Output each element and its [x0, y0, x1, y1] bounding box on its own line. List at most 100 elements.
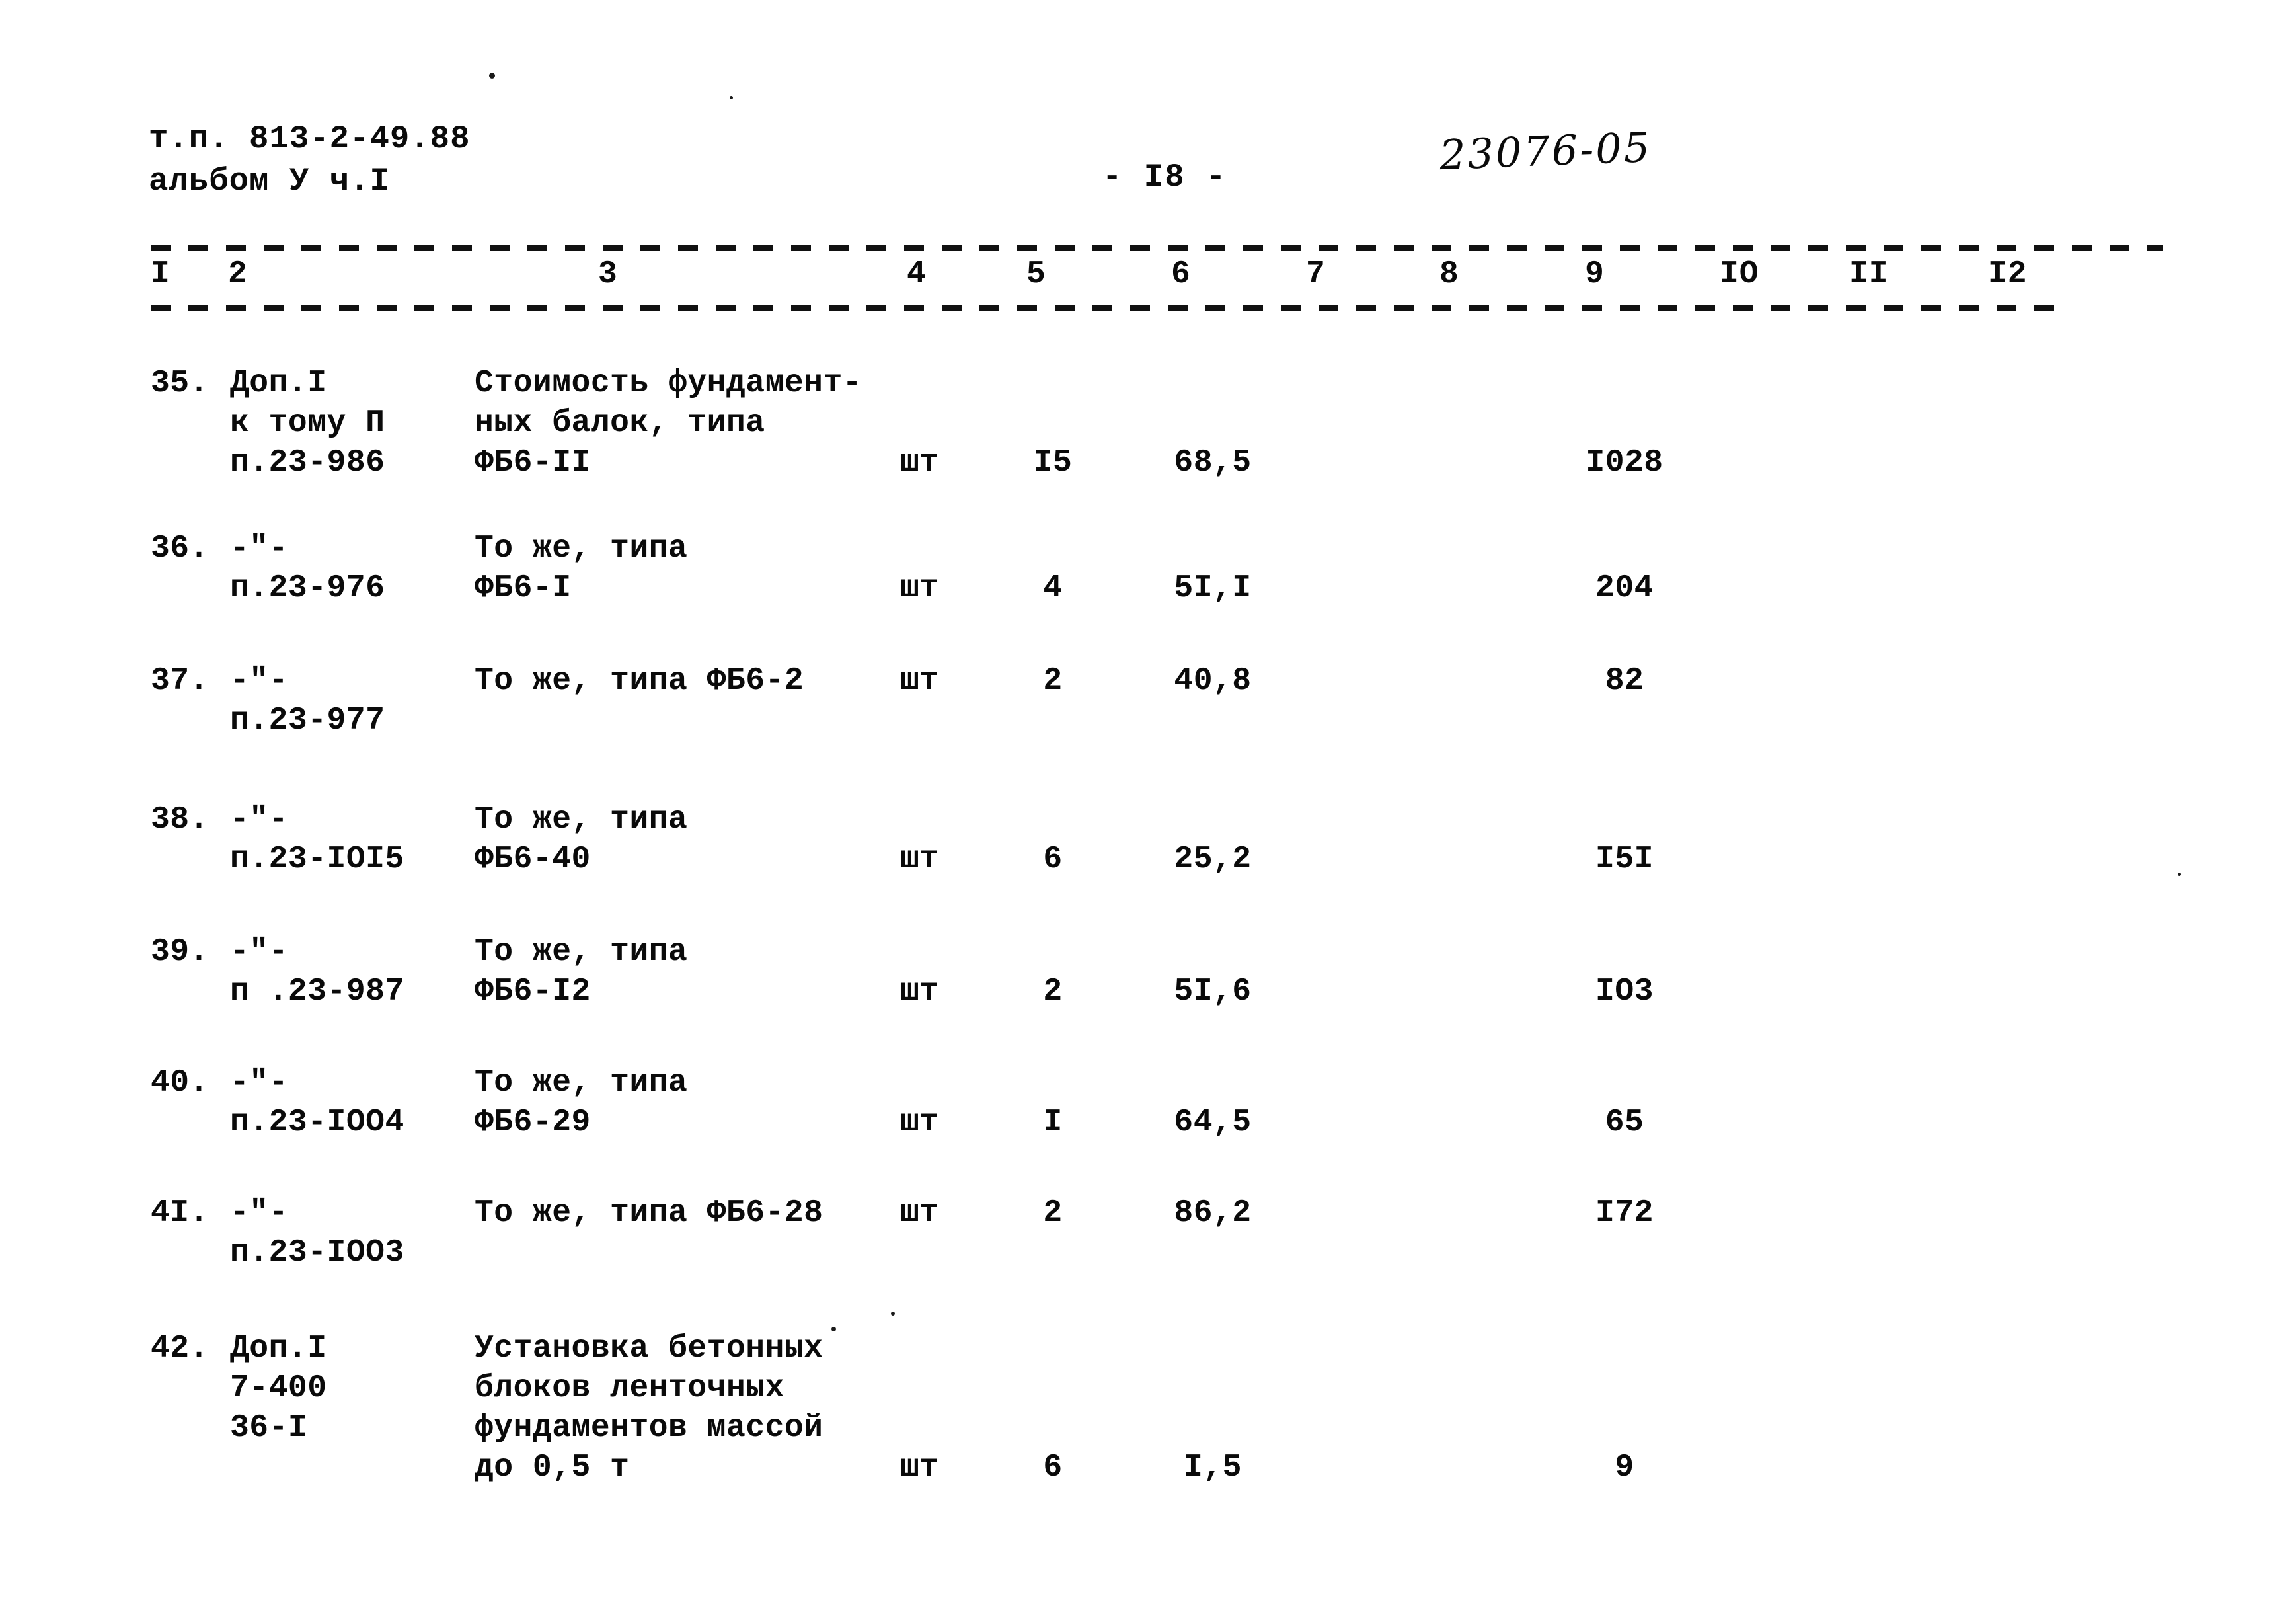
album-part-label: альбом У ч.I — [149, 163, 390, 200]
row-quantity: 2 — [1043, 663, 1063, 699]
row-source-code-line: п.23-977 — [230, 703, 385, 738]
row-source-code: -"- п.23-IOI5 — [230, 800, 404, 879]
row-total-cost: I028 — [1586, 445, 1664, 481]
column-header-2: 2 — [228, 257, 248, 292]
row-total-cost: IO3 — [1595, 974, 1654, 1009]
scan-speck — [831, 1327, 836, 1331]
row-description: Установка бетонных блоков ленточных фундам… — [475, 1329, 823, 1487]
row-unit: шт — [900, 842, 939, 877]
row-unit: шт — [900, 445, 939, 481]
row-description: То же, типа ФБ6-28 — [475, 1193, 823, 1233]
row-total-cost: 9 — [1615, 1450, 1634, 1485]
column-header-8: 8 — [1439, 257, 1459, 292]
row-description-line: ных балок, типа — [475, 405, 765, 441]
table-rule-top — [151, 245, 2163, 251]
row-description-line: блоков ленточных — [475, 1370, 784, 1406]
row-description: То же, типа ФБ6-29 — [475, 1063, 687, 1142]
row-description-line: Стоимость фундамент- — [475, 366, 862, 401]
column-header-IO: IO — [1720, 257, 1759, 292]
row-total-cost: 65 — [1605, 1105, 1644, 1140]
row-unit-price: I,5 — [1184, 1450, 1242, 1485]
row-number: 35. — [151, 366, 209, 401]
row-description-line: То же, типа ФБ6-2 — [475, 663, 804, 699]
row-description-line: ФБ6-29 — [475, 1105, 591, 1140]
row-source-code: -"- п .23-987 — [230, 932, 404, 1011]
column-header-5: 5 — [1026, 257, 1046, 292]
row-source-code-line: п.23-986 — [230, 445, 385, 481]
column-header-4: 4 — [907, 257, 927, 292]
row-unit: шт — [900, 1105, 939, 1140]
row-description-line: Установка бетонных — [475, 1331, 823, 1366]
row-quantity: I5 — [1033, 445, 1073, 481]
column-header-I: I — [151, 257, 171, 292]
row-total-cost: I5I — [1595, 842, 1654, 877]
row-unit-price: 5I,I — [1174, 571, 1252, 606]
row-source-code: -"- п.23-IOO3 — [230, 1193, 404, 1273]
scan-speck — [489, 73, 495, 79]
column-header-6: 6 — [1171, 257, 1191, 292]
row-unit-price: 25,2 — [1174, 842, 1252, 877]
row-source-code-line: Доп.I — [230, 1331, 327, 1366]
row-unit: шт — [900, 1450, 939, 1485]
row-description: Стоимость фундамент-ных балок, типа ФБ6-I… — [475, 364, 862, 483]
row-unit-price: 68,5 — [1174, 445, 1252, 481]
page-number: - I8 - — [1102, 159, 1227, 196]
row-source-code: -"- п.23-IOO4 — [230, 1063, 404, 1142]
row-quantity: 2 — [1043, 1195, 1063, 1231]
document-type-code: т.п. 813-2-49.88 — [149, 120, 471, 157]
row-description-line: ФБ6-40 — [475, 842, 591, 877]
row-source-code-line: п.23-976 — [230, 571, 385, 606]
row-number: 42. — [151, 1331, 209, 1366]
row-source-code-line: 7-400 — [230, 1370, 327, 1406]
row-description: То же, типа ФБ6-I2 — [475, 932, 687, 1011]
row-description-line: То же, типа — [475, 1065, 688, 1101]
column-header-II: II — [1849, 257, 1889, 292]
row-description-line: фундаментов массой — [475, 1410, 823, 1446]
row-source-code: -"- п.23-976 — [230, 529, 385, 608]
column-header-9: 9 — [1585, 257, 1605, 292]
table-rule-bottom — [151, 305, 2067, 311]
row-number: 36. — [151, 531, 209, 567]
row-number: 40. — [151, 1065, 209, 1101]
row-unit-price: 40,8 — [1174, 663, 1252, 699]
scan-speck — [730, 96, 733, 99]
row-source-code-line: -"- — [230, 802, 288, 838]
row-source-code-line: -"- — [230, 531, 288, 567]
row-description: То же, типа ФБ6-2 — [475, 661, 804, 701]
row-number: 38. — [151, 802, 209, 838]
row-description-line: То же, типа — [475, 934, 688, 970]
row-description: То же, типа ФБ6-I — [475, 529, 687, 608]
row-source-code-line: п.23-IOO3 — [230, 1235, 404, 1271]
row-source-code-line: п.23-IOI5 — [230, 842, 404, 877]
row-total-cost: I72 — [1595, 1195, 1654, 1231]
row-source-code-line: -"- — [230, 934, 288, 970]
row-description-line: То же, типа — [475, 531, 688, 567]
row-source-code-line: -"- — [230, 1195, 288, 1231]
row-description-line: ФБ6-II — [475, 445, 591, 481]
row-description: То же, типа ФБ6-40 — [475, 800, 687, 879]
row-unit: шт — [900, 1195, 939, 1231]
row-source-code-line: -"- — [230, 1065, 288, 1101]
row-source-code-line: -"- — [230, 663, 288, 699]
column-header-3: 3 — [598, 257, 618, 292]
row-unit-price: 86,2 — [1174, 1195, 1252, 1231]
row-source-code: Доп.I к тому П п.23-986 — [230, 364, 385, 483]
row-quantity: 6 — [1043, 1450, 1063, 1485]
handwritten-archive-note: 23076-05 — [1438, 122, 1653, 180]
column-header-I2: I2 — [1988, 257, 2028, 292]
row-source-code: Доп.I 7-400 36-I — [230, 1329, 327, 1448]
row-source-code-line: Доп.I — [230, 366, 327, 401]
row-number: 37. — [151, 663, 209, 699]
scan-speck — [2178, 873, 2181, 876]
row-unit: шт — [900, 663, 939, 699]
row-unit: шт — [900, 974, 939, 1009]
row-unit: шт — [900, 571, 939, 606]
row-unit-price: 5I,6 — [1174, 974, 1252, 1009]
row-source-code-line: 36-I — [230, 1410, 308, 1446]
row-source-code: -"- п.23-977 — [230, 661, 385, 740]
row-description-line: То же, типа — [475, 802, 688, 838]
row-quantity: 6 — [1043, 842, 1063, 877]
row-description-line: ФБ6-I2 — [475, 974, 591, 1009]
document-identifier: т.п. 813-2-49.88 альбом У ч.I — [149, 118, 470, 202]
scan-speck — [891, 1312, 895, 1316]
